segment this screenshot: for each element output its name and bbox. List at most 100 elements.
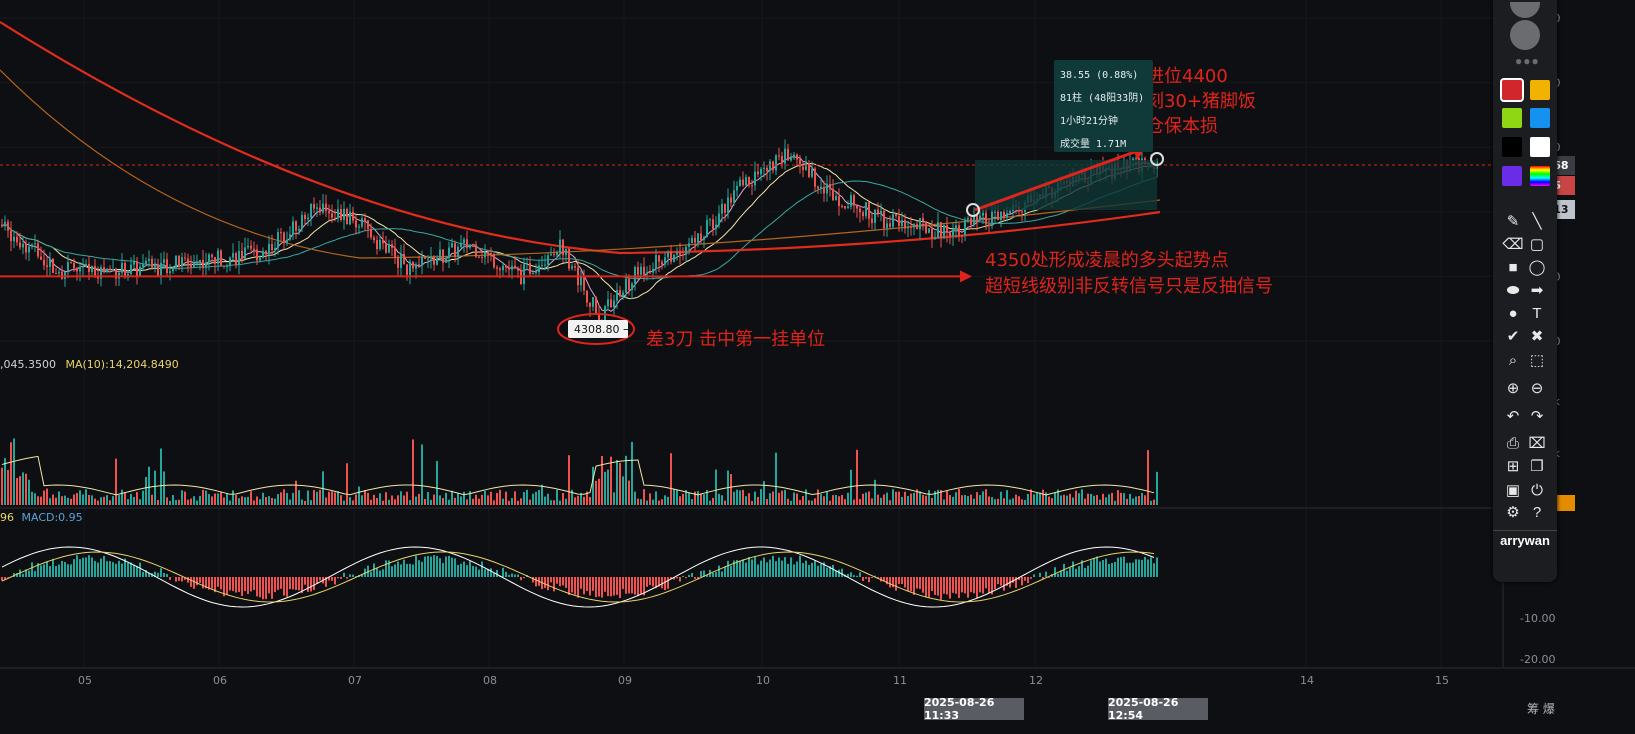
macd-bar [310,577,312,592]
candle [985,212,987,225]
volume-bar [388,499,390,505]
macd-bar [100,558,102,577]
volume-bar [898,491,900,505]
macd-bar [397,561,399,577]
close-icon[interactable]: ✖ [1525,326,1549,346]
volume-bar [379,493,381,505]
candle [7,221,9,231]
volume-bar [25,473,27,505]
volume-bar [778,492,780,505]
drawing-palette[interactable]: ●●● ✎ ╲ ⌫ ▢ ■ ◯ ⬬ ➡ ● T ✔ ✖ ⌕ ⬚ ⊕ ⊖ ↶ ↷ ⎙ ⌧ ⊞ ❐ ▣ ⏻ ⚙? arrywan [1493,0,1557,582]
palette-user: arrywan [1493,530,1557,548]
volume-bar [256,496,258,505]
candle [181,257,183,267]
macd-bar [850,572,852,577]
text-icon[interactable]: T [1525,303,1549,323]
pencil-icon[interactable]: ✎ [1501,211,1525,231]
candle [283,232,285,243]
volume-bar [565,498,567,505]
volume-bar [259,499,261,505]
rectangle-icon[interactable]: ▢ [1525,234,1549,254]
macd-bar [394,564,396,577]
macd-bar [817,565,819,577]
color-swatch[interactable] [1530,108,1550,128]
filled-rect-icon[interactable]: ■ [1501,257,1525,277]
copy-icon[interactable]: ❐ [1525,456,1549,476]
candle [169,271,171,274]
volume-bar [400,491,402,505]
macd-bar [295,577,297,590]
candle [454,243,456,258]
candle [487,252,489,254]
macd-bar [112,562,114,577]
select-icon[interactable]: ⬚ [1525,350,1549,370]
redo-icon[interactable]: ↷ [1525,406,1549,426]
print-icon[interactable]: ⎙ [1501,433,1525,453]
candle [88,263,90,272]
volume-bar [640,499,642,505]
clear-icon[interactable]: ⌧ [1525,433,1549,453]
zoom-out-icon[interactable]: ⊖ [1525,378,1549,398]
volume-bar [49,498,51,505]
volume-bar [10,442,12,505]
palette-handle-icon[interactable] [1510,2,1540,18]
candle [712,219,714,229]
power-icon[interactable]: ⏻ [1525,480,1549,500]
brush-size-icon[interactable] [1510,20,1540,50]
volume-bar [235,494,237,505]
user-drawings[interactable]: 4308.80 →激进位4400此刻30+猪脚饭减仓保本损4350处形成凌晨的多… [0,66,1503,350]
filled-ellipse-icon[interactable]: ⬬ [1501,280,1525,300]
zoom-in-icon[interactable]: ⊕ [1501,378,1525,398]
volume-bar [373,494,375,505]
anchor-icon[interactable]: ● [1501,303,1525,323]
more-icon[interactable]: ●●● [1515,54,1540,68]
volume-bar [1084,498,1086,505]
add-icon[interactable]: ⊞ [1501,456,1525,476]
macd-bar [337,577,339,579]
macd-bar [505,571,507,577]
candle [325,203,327,212]
color-swatch[interactable] [1502,108,1522,128]
save-icon[interactable]: ▣ [1501,480,1525,500]
color-swatch[interactable] [1530,166,1550,186]
color-swatch[interactable] [1500,78,1524,102]
color-swatch[interactable] [1530,137,1550,157]
undo-icon[interactable]: ↶ [1501,406,1525,426]
color-swatch[interactable] [1502,137,1522,157]
candle [235,253,237,266]
candle [541,264,543,266]
help-icon[interactable]: ? [1525,502,1549,522]
settings-icon[interactable]: ⚙ [1501,502,1525,522]
candle [970,218,972,225]
color-swatch[interactable] [1502,166,1522,186]
candle [535,272,537,274]
price-chart[interactable]: 4550.004500.004450.004400.004350.004300.… [0,0,1635,734]
volume-bar [454,497,456,505]
macd-bar [298,577,300,591]
macd-bar [199,577,201,583]
volume-header: ,045.3500 MA(10):14,204.8490 [0,358,179,371]
candle [244,247,246,260]
volume-bar [154,470,156,505]
candle [958,225,960,236]
candle [295,221,297,231]
line-icon[interactable]: ╲ [1525,211,1549,231]
eraser-icon[interactable]: ⌫ [1501,234,1525,254]
candle [463,239,465,244]
eyedropper-icon[interactable]: ⌕ [1501,350,1525,370]
color-swatch[interactable] [1530,80,1550,100]
candle [457,246,459,258]
candle [184,257,186,259]
candle [694,237,696,243]
volume-bar [112,496,114,505]
volume-bar [1003,498,1005,505]
volume-bar [859,499,861,505]
macd-bar [133,564,135,577]
check-icon[interactable]: ✔ [1501,326,1525,346]
volume-bar [886,492,888,505]
macd-bar [1093,558,1095,577]
ellipse-icon[interactable]: ◯ [1525,257,1549,277]
candle [346,208,348,225]
arrow-icon[interactable]: ➡ [1525,280,1549,300]
macd-bar [58,564,60,577]
